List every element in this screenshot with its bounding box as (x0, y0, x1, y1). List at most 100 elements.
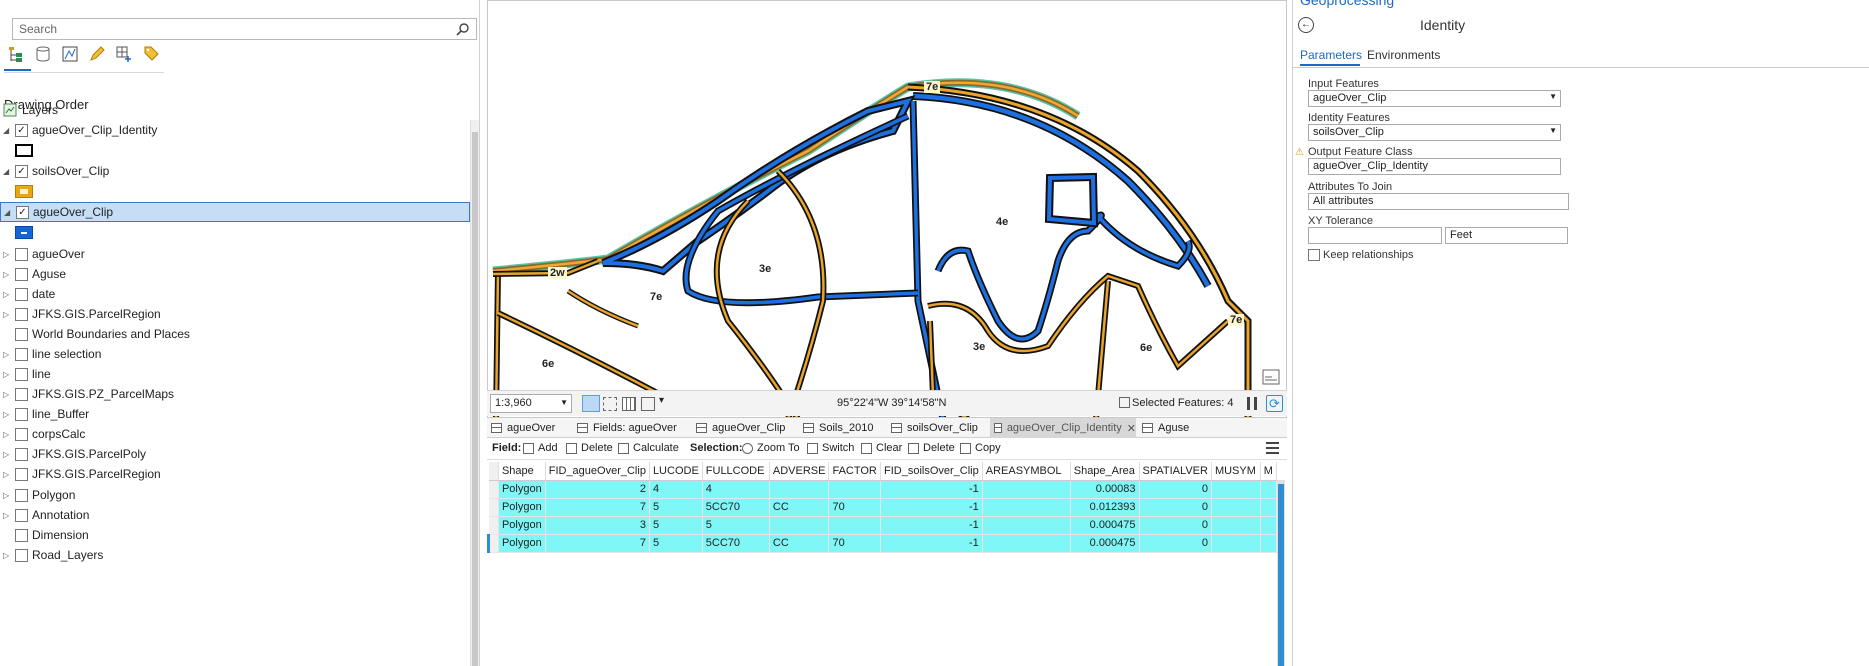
layer-checkbox[interactable]: ✓ (16, 205, 29, 219)
table-cell[interactable] (828, 480, 881, 499)
table-cell[interactable]: 0 (1139, 498, 1212, 517)
column-header[interactable]: FID_soilsOver_Clip (880, 462, 983, 481)
close-icon[interactable]: ✕ (1127, 422, 1136, 435)
table-cell[interactable]: -1 (880, 480, 983, 499)
table-cell[interactable] (1260, 498, 1278, 517)
zoom-to-button[interactable]: Zoom To (742, 442, 800, 454)
tab-soilsover-clip[interactable]: soilsOver_Clip (887, 418, 978, 438)
delete-field-button[interactable]: Delete (566, 442, 613, 454)
table-cell[interactable]: 0.000475 (1070, 516, 1140, 535)
expand-arrow-icon[interactable]: ▷ (3, 350, 13, 359)
layer-checkbox[interactable] (15, 488, 28, 502)
search-icon[interactable] (456, 22, 470, 36)
row-header[interactable] (488, 498, 499, 517)
layer-checkbox[interactable] (15, 528, 28, 542)
layer-checkbox[interactable] (15, 467, 28, 481)
tab-fields-agueover[interactable]: Fields: agueOver (573, 418, 677, 438)
expand-arrow-icon[interactable]: ▷ (3, 511, 13, 520)
table-cell[interactable]: 70 (828, 534, 881, 553)
column-header[interactable]: Shape_Area (1070, 462, 1140, 481)
layer-checkbox[interactable] (15, 407, 28, 421)
tab-environments[interactable]: Environments (1367, 48, 1440, 62)
layer-checkbox[interactable] (15, 327, 28, 341)
column-header[interactable]: Shape (498, 462, 546, 481)
grid-snap-icon[interactable] (582, 395, 600, 412)
layer-checkbox[interactable]: ✓ (15, 164, 28, 178)
tab-agueover-clip[interactable]: agueOver_Clip (692, 418, 785, 438)
table-cell[interactable] (1260, 480, 1278, 499)
layer-checkbox[interactable] (15, 447, 28, 461)
attributes-to-join-select[interactable]: All attributes (1308, 193, 1569, 210)
layer-checkbox[interactable] (15, 247, 28, 261)
switch-selection-button[interactable]: Switch (807, 442, 854, 454)
clear-selection-button[interactable]: Clear (861, 442, 902, 454)
table-cell[interactable]: -1 (880, 516, 983, 535)
map-scale-select[interactable]: 1:3,960 ▼ (490, 394, 572, 413)
table-cell[interactable] (982, 498, 1071, 517)
xy-tolerance-input[interactable] (1308, 227, 1442, 244)
layer-item[interactable]: ▷ Annotation (0, 505, 470, 525)
table-cell[interactable]: -1 (880, 534, 983, 553)
table-cell[interactable]: Polygon (498, 516, 546, 535)
layer-item[interactable]: Dimension (0, 525, 470, 545)
layer-item[interactable]: ▷ agueOver (0, 244, 470, 264)
row-header-corner[interactable] (488, 462, 499, 481)
layer-item[interactable]: ▷ date (0, 284, 470, 304)
layer-checkbox[interactable] (15, 508, 28, 522)
table-cell[interactable]: 0.000475 (1070, 534, 1140, 553)
expand-arrow-icon[interactable]: ▷ (3, 370, 13, 379)
table-cell[interactable] (769, 480, 830, 499)
expand-arrow-icon[interactable]: ◢ (3, 126, 13, 135)
column-header[interactable]: FID_agueOver_Clip (545, 462, 650, 481)
table-cell[interactable] (982, 516, 1071, 535)
map-overview-icon[interactable] (1262, 369, 1280, 385)
table-cell[interactable] (1260, 516, 1278, 535)
table-cell[interactable]: 0 (1139, 516, 1212, 535)
expand-arrow-icon[interactable]: ▷ (3, 250, 13, 259)
input-features-select[interactable]: agueOver_Clip ▼ (1308, 90, 1561, 107)
layer-item[interactable]: ◢ ✓ soilsOver_Clip (0, 161, 470, 181)
table-scrollbar[interactable] (1277, 480, 1285, 666)
list-by-drawing-order-icon[interactable] (4, 42, 28, 66)
layer-symbol[interactable] (15, 185, 33, 198)
table-row[interactable]: Polygon 7 5 5CC70 CC 70 -1 0.000475 0 (487, 534, 1278, 553)
row-header[interactable] (488, 480, 499, 499)
layer-item[interactable]: ▷ JFKS.GIS.ParcelRegion (0, 464, 470, 484)
column-header[interactable]: FACTOR (828, 462, 881, 481)
layers-root[interactable]: Layers (0, 100, 470, 120)
table-cell[interactable] (1211, 480, 1261, 499)
table-cell[interactable]: 5CC70 (702, 534, 770, 553)
column-header[interactable]: MUSYM (1211, 462, 1261, 481)
table-cell[interactable] (1260, 534, 1278, 553)
table-cell[interactable]: 70 (828, 498, 881, 517)
table-cell[interactable]: 0 (1139, 480, 1212, 499)
copy-button[interactable]: Copy (960, 442, 1001, 454)
table-cell[interactable]: CC (769, 534, 830, 553)
tab-soils-2010[interactable]: Soils_2010 (799, 418, 873, 438)
table-cell[interactable]: 4 (649, 480, 703, 499)
refresh-icon[interactable]: ⟳ (1266, 395, 1283, 412)
layer-item[interactable]: World Boundaries and Places (0, 324, 470, 344)
map-view[interactable]: 7e 2w 7e 3e 4e 6e 3e 6e 7e (487, 0, 1287, 418)
expand-arrow-icon[interactable]: ▷ (3, 470, 13, 479)
table-cell[interactable]: 0.00083 (1070, 480, 1140, 499)
table-cell[interactable]: 5 (649, 516, 703, 535)
layer-symbol[interactable] (15, 226, 33, 239)
list-by-selection-icon[interactable] (58, 42, 82, 66)
attribute-table[interactable]: Shape FID_agueOver_Clip LUCODE FULLCODE … (487, 462, 1278, 666)
table-cell[interactable]: Polygon (498, 480, 546, 499)
layer-checkbox[interactable]: ✓ (15, 123, 28, 137)
layer-item[interactable]: ▷ line selection (0, 344, 470, 364)
tab-aguse[interactable]: Aguse (1138, 418, 1189, 438)
map-canvas[interactable] (488, 1, 1287, 418)
add-field-button[interactable]: Add (523, 442, 558, 454)
table-cell[interactable]: 0 (1139, 534, 1212, 553)
expand-arrow-icon[interactable]: ▷ (3, 290, 13, 299)
layer-checkbox[interactable] (15, 347, 28, 361)
tab-parameters[interactable]: Parameters (1300, 48, 1362, 62)
layer-item[interactable]: ▷ corpsCalc (0, 424, 470, 444)
layer-symbol[interactable] (15, 144, 33, 157)
table-cell[interactable]: 2 (545, 480, 650, 499)
table-row[interactable]: Polygon 3 5 5 -1 0.000475 0 (488, 516, 1278, 535)
tab-agueover-clip-identity[interactable]: agueOver_Clip_Identity ✕ (990, 418, 1136, 438)
